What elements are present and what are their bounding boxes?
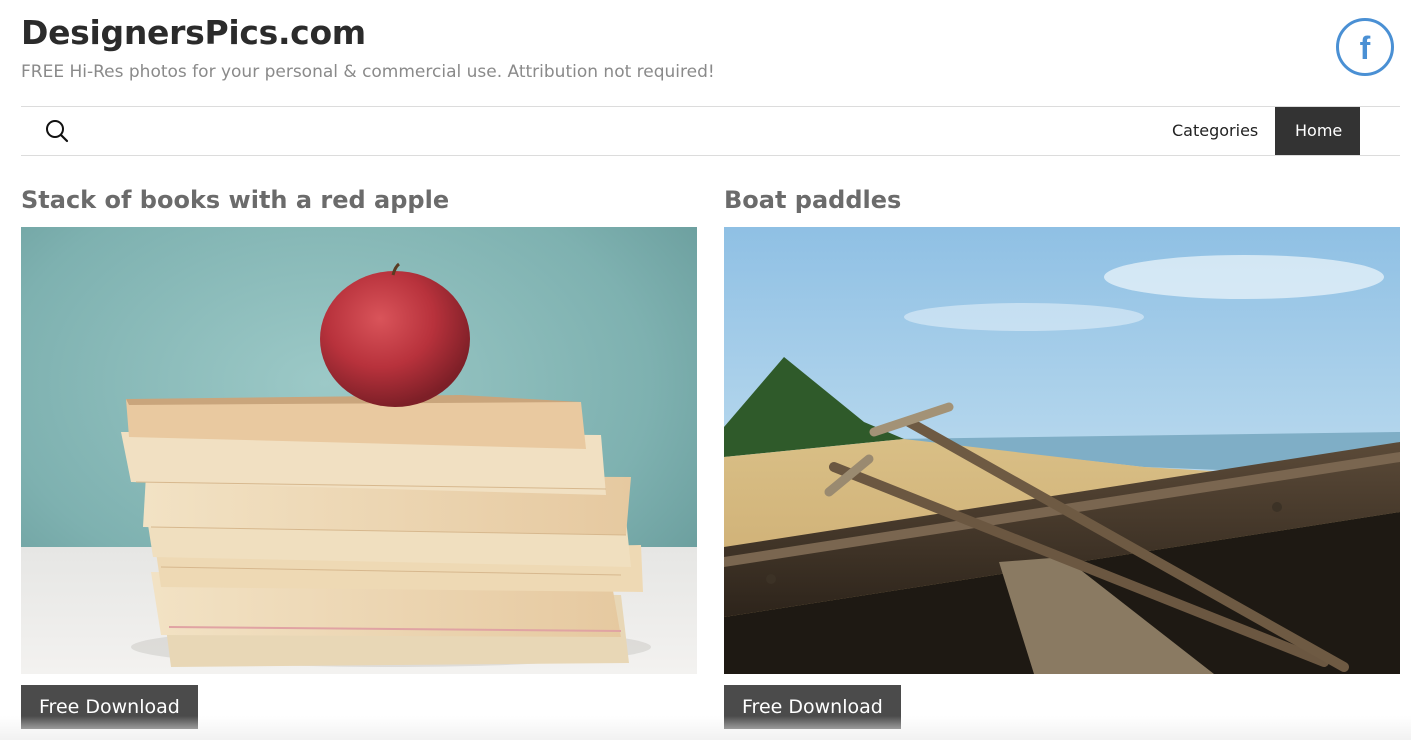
- post-title[interactable]: Stack of books with a red apple: [21, 186, 697, 220]
- free-download-button[interactable]: Free Download: [21, 685, 198, 729]
- facebook-icon: f: [1359, 30, 1371, 66]
- post-card: Boat paddles Free Download: [724, 186, 1400, 729]
- free-download-button[interactable]: Free Download: [724, 685, 901, 729]
- post-card: Stack of books with a red apple Free Dow…: [21, 186, 697, 729]
- post-image-boat-paddles[interactable]: [724, 227, 1400, 674]
- bottom-fade: [0, 716, 1411, 740]
- post-image-books-apple[interactable]: [21, 227, 697, 674]
- main-navigation: Categories Home: [21, 106, 1400, 156]
- nav-item-categories[interactable]: Categories: [1152, 107, 1272, 155]
- facebook-button[interactable]: f: [1336, 18, 1394, 76]
- post-title[interactable]: Boat paddles: [724, 186, 1400, 220]
- nav-item-home[interactable]: Home: [1275, 107, 1360, 155]
- site-title[interactable]: DesignersPics.com: [21, 13, 366, 52]
- site-tagline: FREE Hi-Res photos for your personal & c…: [21, 62, 715, 82]
- search-icon[interactable]: [43, 117, 71, 145]
